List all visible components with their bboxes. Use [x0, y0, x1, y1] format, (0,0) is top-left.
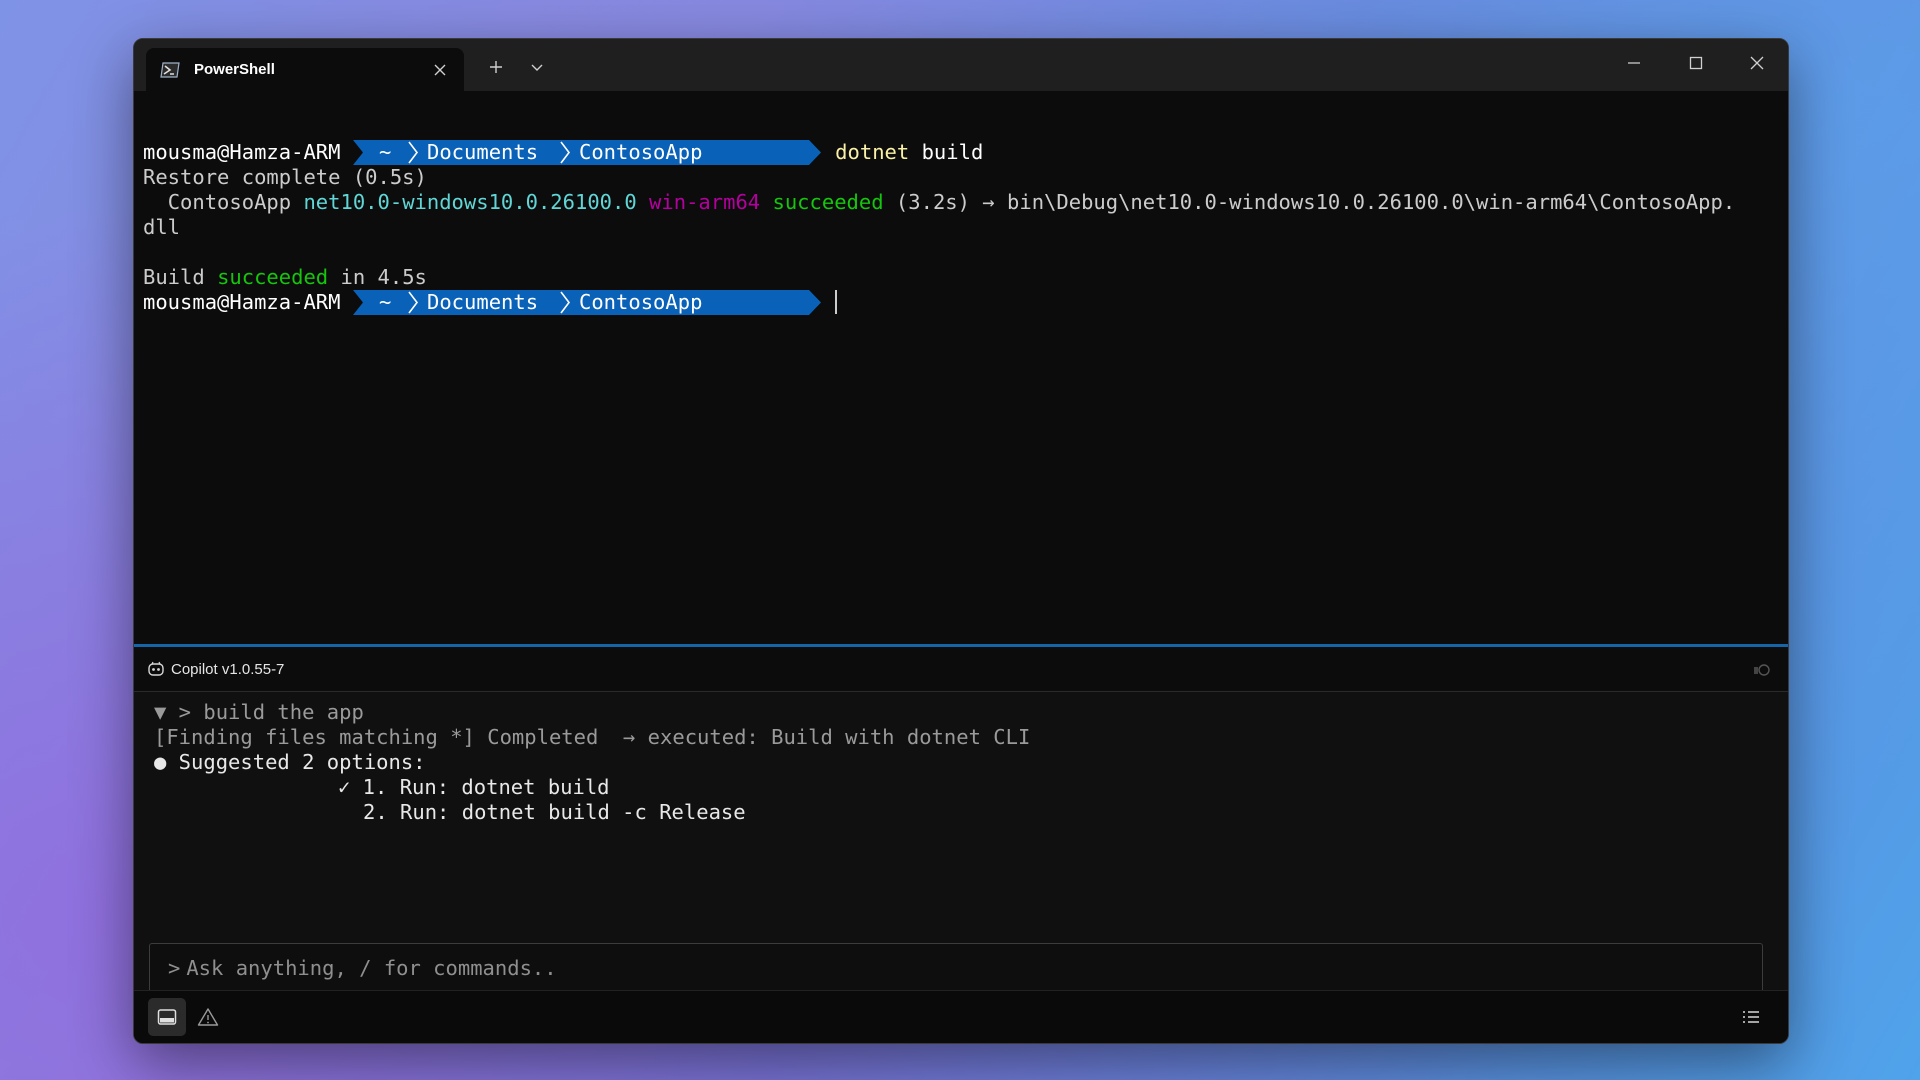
copilot-pane: Copilot v1.0.55-7 ▼ > build the app [Fin…: [134, 647, 1788, 1043]
project-name: ContosoApp: [167, 190, 292, 214]
project-output-path: bin\Debug\net10.0-windows10.0.26100.0\wi…: [1007, 190, 1736, 214]
maximize-icon: [1689, 56, 1703, 70]
prompt-path-segments: ~ Documents ContosoApp: [352, 140, 821, 165]
prompt-segment-contosoapp: ContosoApp: [579, 290, 702, 314]
prompt-user: mousma@Hamza-ARM: [143, 140, 341, 164]
copilot-input-box[interactable]: >: [149, 943, 1763, 993]
minimize-button[interactable]: [1612, 47, 1656, 79]
option-1[interactable]: ✓ 1. Run: dotnet build: [338, 775, 610, 800]
prompt-segment-documents: Documents: [427, 290, 538, 314]
prompt-segment-home: ~: [379, 290, 391, 314]
status-bar: [134, 990, 1788, 1043]
copilot-status-icon: [1754, 664, 1770, 676]
list-icon: [1743, 1011, 1759, 1023]
project-status: succeeded: [772, 190, 884, 214]
close-icon: [1750, 56, 1764, 70]
terminal-panel-button[interactable]: [148, 998, 186, 1036]
text-cursor: [835, 290, 838, 314]
maximize-button[interactable]: [1674, 47, 1718, 79]
title-bar: PowerShell: [134, 39, 1788, 91]
restore-line: Restore complete (0.5s): [143, 165, 427, 189]
project-runtime: win-arm64: [649, 190, 761, 214]
copilot-title: Copilot v1.0.55-7: [171, 660, 285, 678]
terminal-output[interactable]: mousma@Hamza-ARM ~ Documents ContosoApp …: [134, 91, 1788, 644]
copilot-icon: [148, 661, 164, 676]
chevron-down-icon: [531, 64, 543, 71]
option-2[interactable]: 2. Run: dotnet build -c Release: [363, 800, 746, 825]
powershell-icon: [160, 61, 180, 78]
prompt-segment-documents: Documents: [427, 140, 538, 164]
minimize-icon: [1628, 62, 1640, 64]
close-icon[interactable]: [430, 60, 450, 80]
plus-icon: [490, 61, 502, 73]
user-query[interactable]: ▼ > build the app: [154, 700, 364, 725]
copilot-input[interactable]: [186, 956, 1687, 980]
prompt-segment-home: ~: [379, 140, 391, 164]
prompt-path-segments: ~ Documents ContosoApp: [352, 290, 821, 315]
project-line: ContosoApp net10.0-windows10.0.26100.0 w…: [143, 190, 1736, 215]
build-suffix: in 4.5s: [340, 265, 427, 289]
project-framework: net10.0-windows10.0.26100.0: [303, 190, 637, 214]
terminal-window: PowerShell mousma@Hamza-ARM ~ Documents …: [133, 38, 1789, 1044]
prompt-user: mousma@Hamza-ARM: [143, 290, 341, 314]
tab-dropdown-button[interactable]: [523, 53, 551, 81]
prompt-line: mousma@Hamza-ARM ~ Documents ContosoApp …: [143, 140, 983, 165]
project-duration: (3.2s) →: [895, 190, 995, 214]
build-status: succeeded: [217, 265, 329, 289]
menu-list-button[interactable]: [1732, 998, 1770, 1036]
build-prefix: Build: [143, 265, 205, 289]
warning-icon: [197, 1008, 219, 1026]
copilot-header: Copilot v1.0.55-7: [134, 647, 1788, 692]
prompt-segment-contosoapp: ContosoApp: [579, 140, 702, 164]
terminal-panel-icon: [157, 1009, 177, 1025]
project-output-wrap: dll: [143, 215, 181, 239]
build-summary-line: Build succeeded in 4.5s: [143, 265, 427, 290]
action-status: [Finding files matching *] Completed → e…: [154, 725, 1031, 749]
suggestion-header: ● Suggested 2 options:: [154, 750, 426, 774]
command-name: dotnet: [835, 140, 910, 164]
close-window-button[interactable]: [1735, 47, 1779, 79]
tab-title: PowerShell: [194, 61, 275, 78]
input-prompt: >: [168, 956, 181, 980]
tab-powershell[interactable]: PowerShell: [146, 48, 464, 91]
prompt-line: mousma@Hamza-ARM ~ Documents ContosoApp: [143, 290, 838, 315]
command-arg: build: [921, 140, 984, 164]
new-tab-button[interactable]: [482, 53, 510, 81]
warnings-button[interactable]: [189, 998, 227, 1036]
